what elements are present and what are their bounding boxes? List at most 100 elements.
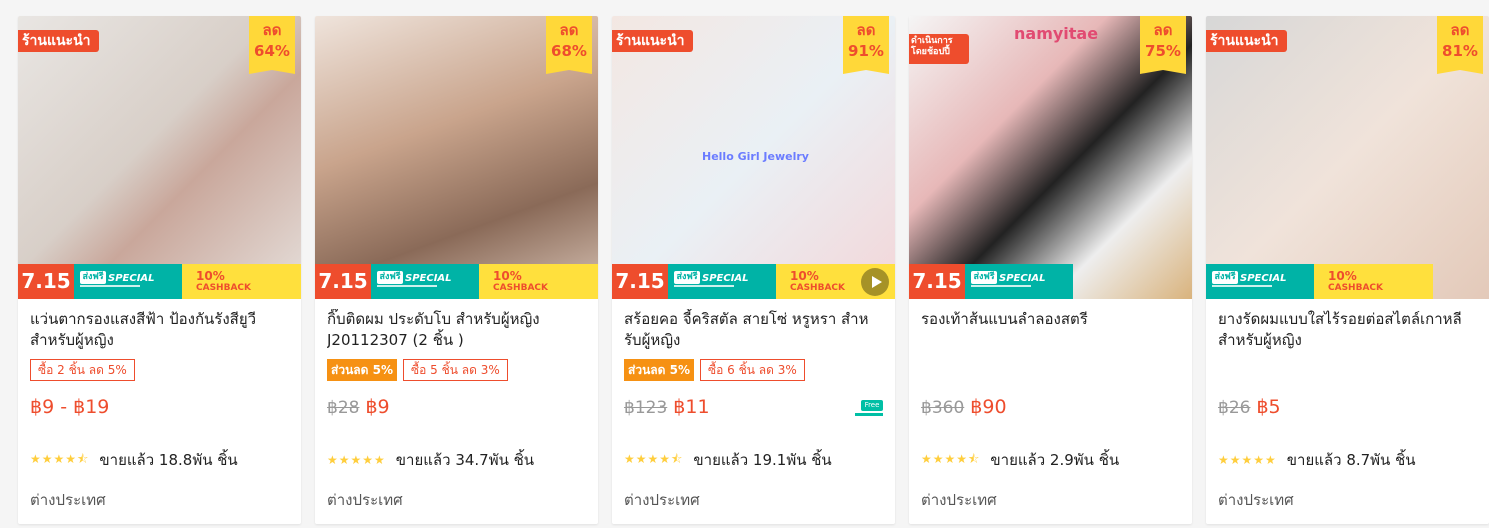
discount-tag: ส่วนลด 5% — [624, 359, 694, 381]
recommended-badge: ร้านแนะนำ — [1206, 30, 1287, 52]
event-label: 7.15 — [18, 264, 74, 299]
product-grid: ร้านแนะนำ ลด 64% 7.15 ส่งฟรี SPECIAL 10% CASHBA… — [18, 16, 1489, 528]
promo-banner: 7.15 ส่งฟรี SPECIAL 10% CASHBACK — [18, 264, 301, 299]
free-ship-banner: ส่งฟรี SPECIAL — [668, 264, 776, 299]
sold-count: ขายแล้ว 2.9พัน ชิ้น — [990, 451, 1120, 469]
bundle-deal-tag: ซื้อ 5 ชิ้น ลด 3% — [402, 359, 508, 381]
cashback-label: CASHBACK — [493, 283, 548, 293]
original-price: ฿28 — [327, 398, 360, 418]
product-card[interactable]: ร้านแนะนำ ลด 81% ส่งฟรี SPECIAL 10% CASHBACK ยา… — [1206, 16, 1489, 524]
free-ship-banner: ส่งฟรี SPECIAL — [1206, 264, 1314, 299]
truck-icon — [377, 285, 437, 295]
cashback-percent: 10% — [790, 269, 819, 283]
bundle-deal-tag: ซื้อ 6 ชิ้น ลด 3% — [699, 359, 805, 381]
sale-price: ฿9 - ฿19 — [30, 396, 110, 418]
recommended-badge: ร้านแนะนำ — [612, 30, 693, 52]
promo-banner: ส่งฟรี SPECIAL 10% CASHBACK — [1206, 264, 1489, 299]
special-label: SPECIAL — [1240, 273, 1287, 284]
free-ship-banner: ส่งฟรี SPECIAL — [371, 264, 479, 299]
event-label: 7.15 — [315, 264, 371, 299]
free-ship-banner: ส่งฟรี SPECIAL — [965, 264, 1073, 299]
promo-tags: ซื้อ 2 ชิ้น ลด 5% — [30, 359, 135, 381]
product-card[interactable]: ลด 68% 7.15 ส่งฟรี SPECIAL 10% CASHBACK กิ๊บติด… — [315, 16, 598, 524]
product-title[interactable]: สร้อยคอ จี้คริสตัล สายโซ่ หรูหรา สําหรับ… — [624, 309, 886, 351]
cashback-banner: 10% CASHBACK — [1314, 264, 1433, 299]
shop-location: ต่างประเทศ — [624, 491, 700, 509]
truck-icon — [1212, 285, 1272, 295]
product-title[interactable]: แว่นตากรองแสงสีฟ้า ป้องกันรังสียูวี สำหร… — [30, 309, 292, 351]
shop-location: ต่างประเทศ — [1218, 491, 1294, 509]
truck-icon — [80, 285, 140, 295]
discount-value: 81% — [1442, 42, 1478, 60]
discount-label: ลด — [559, 21, 579, 39]
price: ฿360 ฿90 — [921, 396, 1007, 418]
original-price: ฿123 — [624, 398, 668, 418]
original-price: ฿360 — [921, 398, 965, 418]
recommended-badge: ร้านแนะนำ — [18, 30, 99, 52]
product-title[interactable]: รองเท้าส้นแบนลําลองสตรี — [921, 309, 1183, 351]
shop-location: ต่างประเทศ — [327, 491, 403, 509]
sold-count: ขายแล้ว 8.7พัน ชิ้น — [1286, 451, 1416, 469]
product-image[interactable]: ร้านแนะนำ ลด 81% ส่งฟรี SPECIAL 10% CASHBACK — [1206, 16, 1489, 299]
sale-price: ฿5 — [1256, 396, 1281, 418]
discount-value: 75% — [1145, 42, 1181, 60]
shop-location: ต่างประเทศ — [30, 491, 106, 509]
sale-price: ฿9 — [365, 396, 390, 418]
special-label: SPECIAL — [108, 273, 155, 284]
cashback-label: CASHBACK — [790, 283, 845, 293]
cashback-label: CASHBACK — [1328, 283, 1383, 293]
rating-row: ★★★★★ ขายแล้ว 34.7พัน ชิ้น — [327, 448, 534, 472]
discount-value: 91% — [848, 42, 884, 60]
star-rating-icon: ★★★★⯪ — [921, 451, 981, 466]
shop-location: ต่างประเทศ — [921, 491, 997, 509]
free-ship-label: ส่งฟรี — [80, 271, 106, 284]
special-label: SPECIAL — [405, 273, 452, 284]
cashback-banner: 10% CASHBACK — [776, 264, 895, 299]
discount-label: ลด — [1153, 21, 1173, 39]
cashback-percent: 10% — [493, 269, 522, 283]
truck-icon — [674, 285, 734, 295]
discount-badge: ลด 64% — [249, 16, 295, 74]
rating-row: ★★★★⯪ ขายแล้ว 19.1พัน ชิ้น — [624, 448, 832, 472]
product-image[interactable]: namyitae ดำเนินการโดยช้อปปี้ ลด 75% 7.15 ส่งฟ… — [909, 16, 1192, 299]
product-image[interactable]: ร้านแนะนำ ลด 64% 7.15 ส่งฟรี SPECIAL 10% CASHBA… — [18, 16, 301, 299]
rating-row: ★★★★⯪ ขายแล้ว 2.9พัน ชิ้น — [921, 448, 1119, 472]
shopee-managed-badge: ดำเนินการโดยช้อปปี้ — [909, 34, 969, 64]
product-card[interactable]: ร้านแนะนำ ลด 64% 7.15 ส่งฟรี SPECIAL 10% CASHBA… — [18, 16, 301, 524]
sold-count: ขายแล้ว 18.8พัน ชิ้น — [99, 451, 238, 469]
cashback-banner: 10% CASHBACK — [479, 264, 598, 299]
promo-tags: ส่วนลด 5% ซื้อ 6 ชิ้น ลด 3% — [624, 359, 805, 381]
rating-row: ★★★★★ ขายแล้ว 8.7พัน ชิ้น — [1218, 448, 1416, 472]
discount-label: ลด — [856, 21, 876, 39]
special-label: SPECIAL — [702, 273, 749, 284]
sale-price: ฿90 — [970, 396, 1007, 418]
price: ฿123 ฿11 — [624, 396, 710, 418]
free-ship-label: ส่งฟรี — [674, 271, 700, 284]
cashback-label: CASHBACK — [196, 283, 251, 293]
product-image[interactable]: ลด 68% 7.15 ส่งฟรี SPECIAL 10% CASHBACK — [315, 16, 598, 299]
free-ship-label: ส่งฟรี — [971, 271, 997, 284]
cashback-percent: 10% — [1328, 269, 1357, 283]
cashback-banner: 10% CASHBACK — [182, 264, 301, 299]
bundle-deal-tag: ซื้อ 2 ชิ้น ลด 5% — [30, 359, 135, 381]
product-card[interactable]: Hello Girl Jewelry ร้านแนะนำ ลด 91% 7.15 ส่งฟ… — [612, 16, 895, 524]
discount-badge: ลด 75% — [1140, 16, 1186, 74]
price: ฿9 - ฿19 — [30, 396, 109, 418]
product-title[interactable]: ยางรัดผมแบบใสไร้รอยต่อสไตล์เกาหลีสําหรับ… — [1218, 309, 1480, 351]
star-rating-icon: ★★★★★ — [1218, 453, 1277, 467]
product-card[interactable]: namyitae ดำเนินการโดยช้อปปี้ ลด 75% 7.15 ส่งฟ… — [909, 16, 1192, 524]
play-icon[interactable] — [861, 268, 889, 296]
image-watermark: namyitae — [1014, 24, 1099, 43]
price: ฿26 ฿5 — [1218, 396, 1281, 418]
free-ship-label: ส่งฟรี — [377, 271, 403, 284]
sold-count: ขายแล้ว 34.7พัน ชิ้น — [395, 451, 535, 469]
promo-banner: 7.15 ส่งฟรี SPECIAL 10% CASHBACK — [315, 264, 598, 299]
star-rating-icon: ★★★★⯪ — [624, 451, 684, 466]
event-label: 7.15 — [612, 264, 668, 299]
product-title[interactable]: กิ๊บติดผม ประดับโบ สําหรับผู้หญิง J20112… — [327, 309, 589, 351]
product-image[interactable]: Hello Girl Jewelry ร้านแนะนำ ลด 91% 7.15 ส่งฟ… — [612, 16, 895, 299]
promo-banner: 7.15 ส่งฟรี SPECIAL — [909, 264, 1192, 299]
special-label: SPECIAL — [999, 273, 1046, 284]
cashback-percent: 10% — [196, 269, 225, 283]
promo-banner: 7.15 ส่งฟรี SPECIAL 10% CASHBACK — [612, 264, 895, 299]
